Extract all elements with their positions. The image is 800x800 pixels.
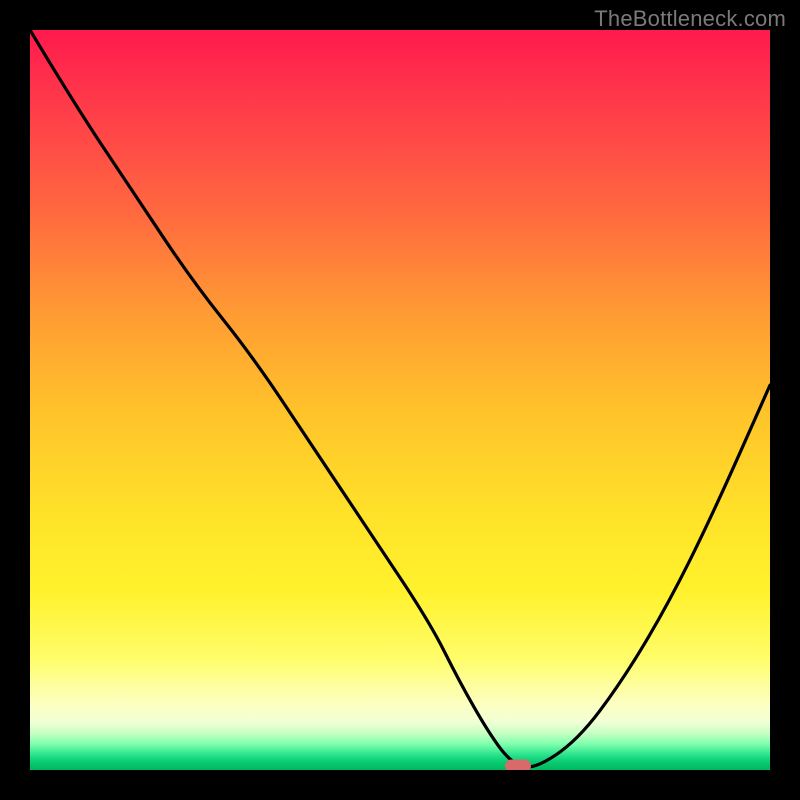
optimal-marker [505,760,531,771]
plot-area [30,30,770,770]
bottleneck-curve [30,30,770,767]
chart-frame: TheBottleneck.com [0,0,800,800]
watermark-text: TheBottleneck.com [594,6,786,32]
curve-svg [30,30,770,770]
